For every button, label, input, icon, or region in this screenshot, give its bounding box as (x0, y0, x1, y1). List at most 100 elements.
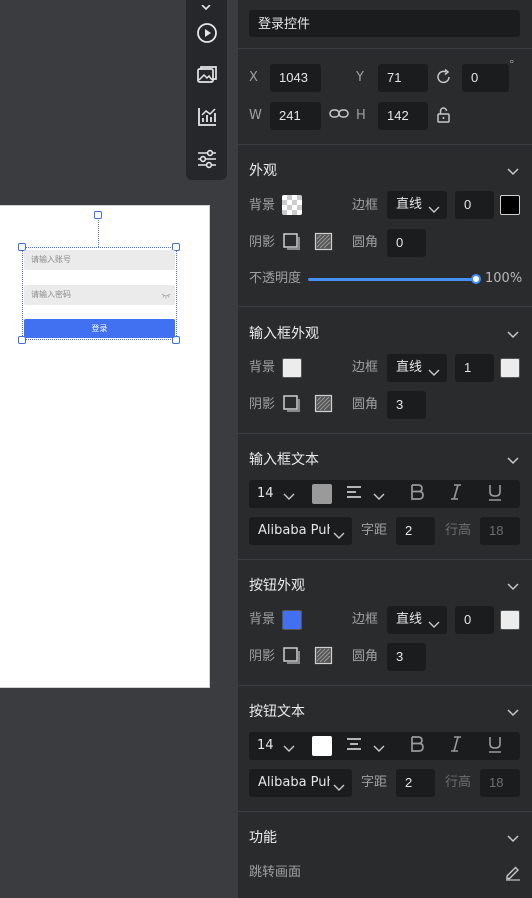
login-button[interactable]: 登录 (24, 319, 175, 338)
edit-icon[interactable] (504, 863, 524, 883)
italic-icon[interactable] (446, 736, 466, 756)
rotation-value: 0 (471, 70, 479, 85)
w-input[interactable]: 241 (270, 102, 321, 130)
button-letter-spacing-label: 字距 (361, 775, 388, 790)
input-border-style-select[interactable]: 直线 (387, 354, 447, 382)
eye-closed-icon[interactable] (161, 285, 171, 313)
bold-icon[interactable] (407, 484, 427, 504)
radius-label: 圆角 (352, 235, 379, 250)
border-label: 边框 (352, 198, 379, 213)
button-line-height-input[interactable]: 18 (480, 769, 520, 797)
input-text-format-bar: 14 (249, 480, 520, 508)
inner-shadow-icon[interactable] (314, 232, 334, 252)
chevron-down-icon[interactable] (506, 831, 520, 845)
button-border-color-swatch[interactable] (500, 610, 520, 630)
toolbar-top-icon[interactable] (200, 0, 212, 11)
input-letter-spacing-label: 字距 (361, 523, 388, 538)
bg-label: 背景 (249, 198, 276, 213)
outer-shadow-icon[interactable] (282, 232, 302, 252)
chevron-down-icon[interactable] (283, 488, 295, 507)
button-text-color-swatch[interactable] (312, 736, 332, 756)
input-bg-color-swatch[interactable] (282, 358, 302, 378)
password-input[interactable]: 请输入密码 (24, 285, 175, 305)
inner-shadow-icon[interactable] (314, 394, 334, 414)
opacity-value: 100% (485, 271, 523, 286)
align-left-icon[interactable] (344, 484, 364, 504)
x-value: 1043 (279, 70, 308, 85)
radius-value: 0 (396, 235, 404, 250)
chevron-down-icon[interactable] (506, 579, 520, 593)
button-text-format-bar: 14 (249, 732, 520, 760)
input-border-color-swatch[interactable] (500, 358, 520, 378)
input-font-family-select[interactable]: Alibaba Puh (249, 517, 352, 545)
button-bg-label: 背景 (249, 612, 276, 627)
radius-input[interactable]: 0 (387, 229, 426, 257)
outer-shadow-icon[interactable] (282, 394, 302, 414)
button-font-family-select[interactable]: Alibaba Puh (249, 769, 352, 797)
input-appearance-header: 输入框外观 (249, 326, 319, 342)
images-icon[interactable] (194, 62, 220, 88)
bold-icon[interactable] (407, 736, 427, 756)
play-circle-icon[interactable] (194, 20, 220, 46)
rotation-input[interactable]: 0 (462, 64, 509, 92)
input-font-size[interactable]: 14 (257, 480, 274, 508)
component-name-field[interactable]: 登录控件 (249, 10, 520, 37)
vertical-toolbar (186, 0, 227, 180)
chevron-down-icon[interactable] (373, 488, 385, 507)
input-line-height-input[interactable]: 18 (480, 517, 520, 545)
input-text-header: 输入框文本 (249, 452, 319, 468)
opacity-slider[interactable] (308, 278, 476, 281)
underline-icon[interactable] (485, 736, 505, 756)
h-input[interactable]: 142 (378, 102, 428, 130)
rotation-handle-line (98, 220, 99, 247)
input-radius-label: 圆角 (352, 397, 379, 412)
chevron-down-icon[interactable] (283, 740, 295, 759)
sliders-icon[interactable] (194, 146, 220, 172)
button-font-size[interactable]: 14 (257, 732, 274, 760)
input-radius-input[interactable]: 3 (387, 391, 426, 419)
chevron-down-icon (428, 614, 440, 628)
button-line-height-value: 18 (489, 775, 504, 790)
button-border-width-input[interactable]: 0 (455, 606, 494, 634)
canvas-area[interactable]: 请输入账号 请输入密码 登录 (0, 0, 238, 898)
username-input[interactable]: 请输入账号 (24, 250, 175, 270)
underline-icon[interactable] (485, 484, 505, 504)
opacity-label: 不透明度 (249, 271, 302, 286)
chevron-down-icon[interactable] (506, 705, 520, 719)
inner-shadow-icon[interactable] (314, 646, 334, 666)
rotation-handle[interactable] (94, 211, 102, 219)
border-color-swatch[interactable] (500, 195, 520, 215)
input-letter-spacing-value: 2 (405, 523, 413, 538)
button-radius-input[interactable]: 3 (387, 643, 426, 671)
chevron-down-icon[interactable] (506, 453, 520, 467)
opacity-slider-knob[interactable] (471, 274, 481, 284)
input-line-height-label: 行高 (445, 523, 472, 538)
button-letter-spacing-input[interactable]: 2 (396, 769, 435, 797)
input-text-color-swatch[interactable] (312, 484, 332, 504)
y-input[interactable]: 71 (378, 64, 428, 92)
outer-shadow-icon[interactable] (282, 646, 302, 666)
chart-icon[interactable] (194, 104, 220, 130)
link-icon[interactable] (329, 106, 349, 126)
w-value: 241 (279, 108, 301, 123)
divider (238, 48, 532, 49)
button-border-style-select[interactable]: 直线 (387, 606, 447, 634)
border-style-select[interactable]: 直线 (387, 191, 447, 219)
unlock-icon[interactable] (436, 106, 456, 126)
button-text-header: 按钮文本 (249, 704, 305, 720)
chevron-down-icon[interactable] (506, 164, 520, 178)
border-width-input[interactable]: 0 (455, 191, 494, 219)
button-border-style-value: 直线 (396, 612, 423, 627)
button-border-label: 边框 (352, 612, 379, 627)
align-center-icon[interactable] (344, 736, 364, 756)
chevron-down-icon[interactable] (373, 740, 385, 759)
component-name: 登录控件 (258, 16, 311, 31)
button-letter-spacing-value: 2 (405, 775, 413, 790)
italic-icon[interactable] (446, 484, 466, 504)
x-input[interactable]: 1043 (270, 64, 321, 92)
chevron-down-icon[interactable] (506, 327, 520, 341)
transparent-color-swatch[interactable] (282, 195, 302, 215)
input-letter-spacing-input[interactable]: 2 (396, 517, 435, 545)
input-border-width-input[interactable]: 1 (455, 354, 494, 382)
button-bg-color-swatch[interactable] (282, 610, 302, 630)
